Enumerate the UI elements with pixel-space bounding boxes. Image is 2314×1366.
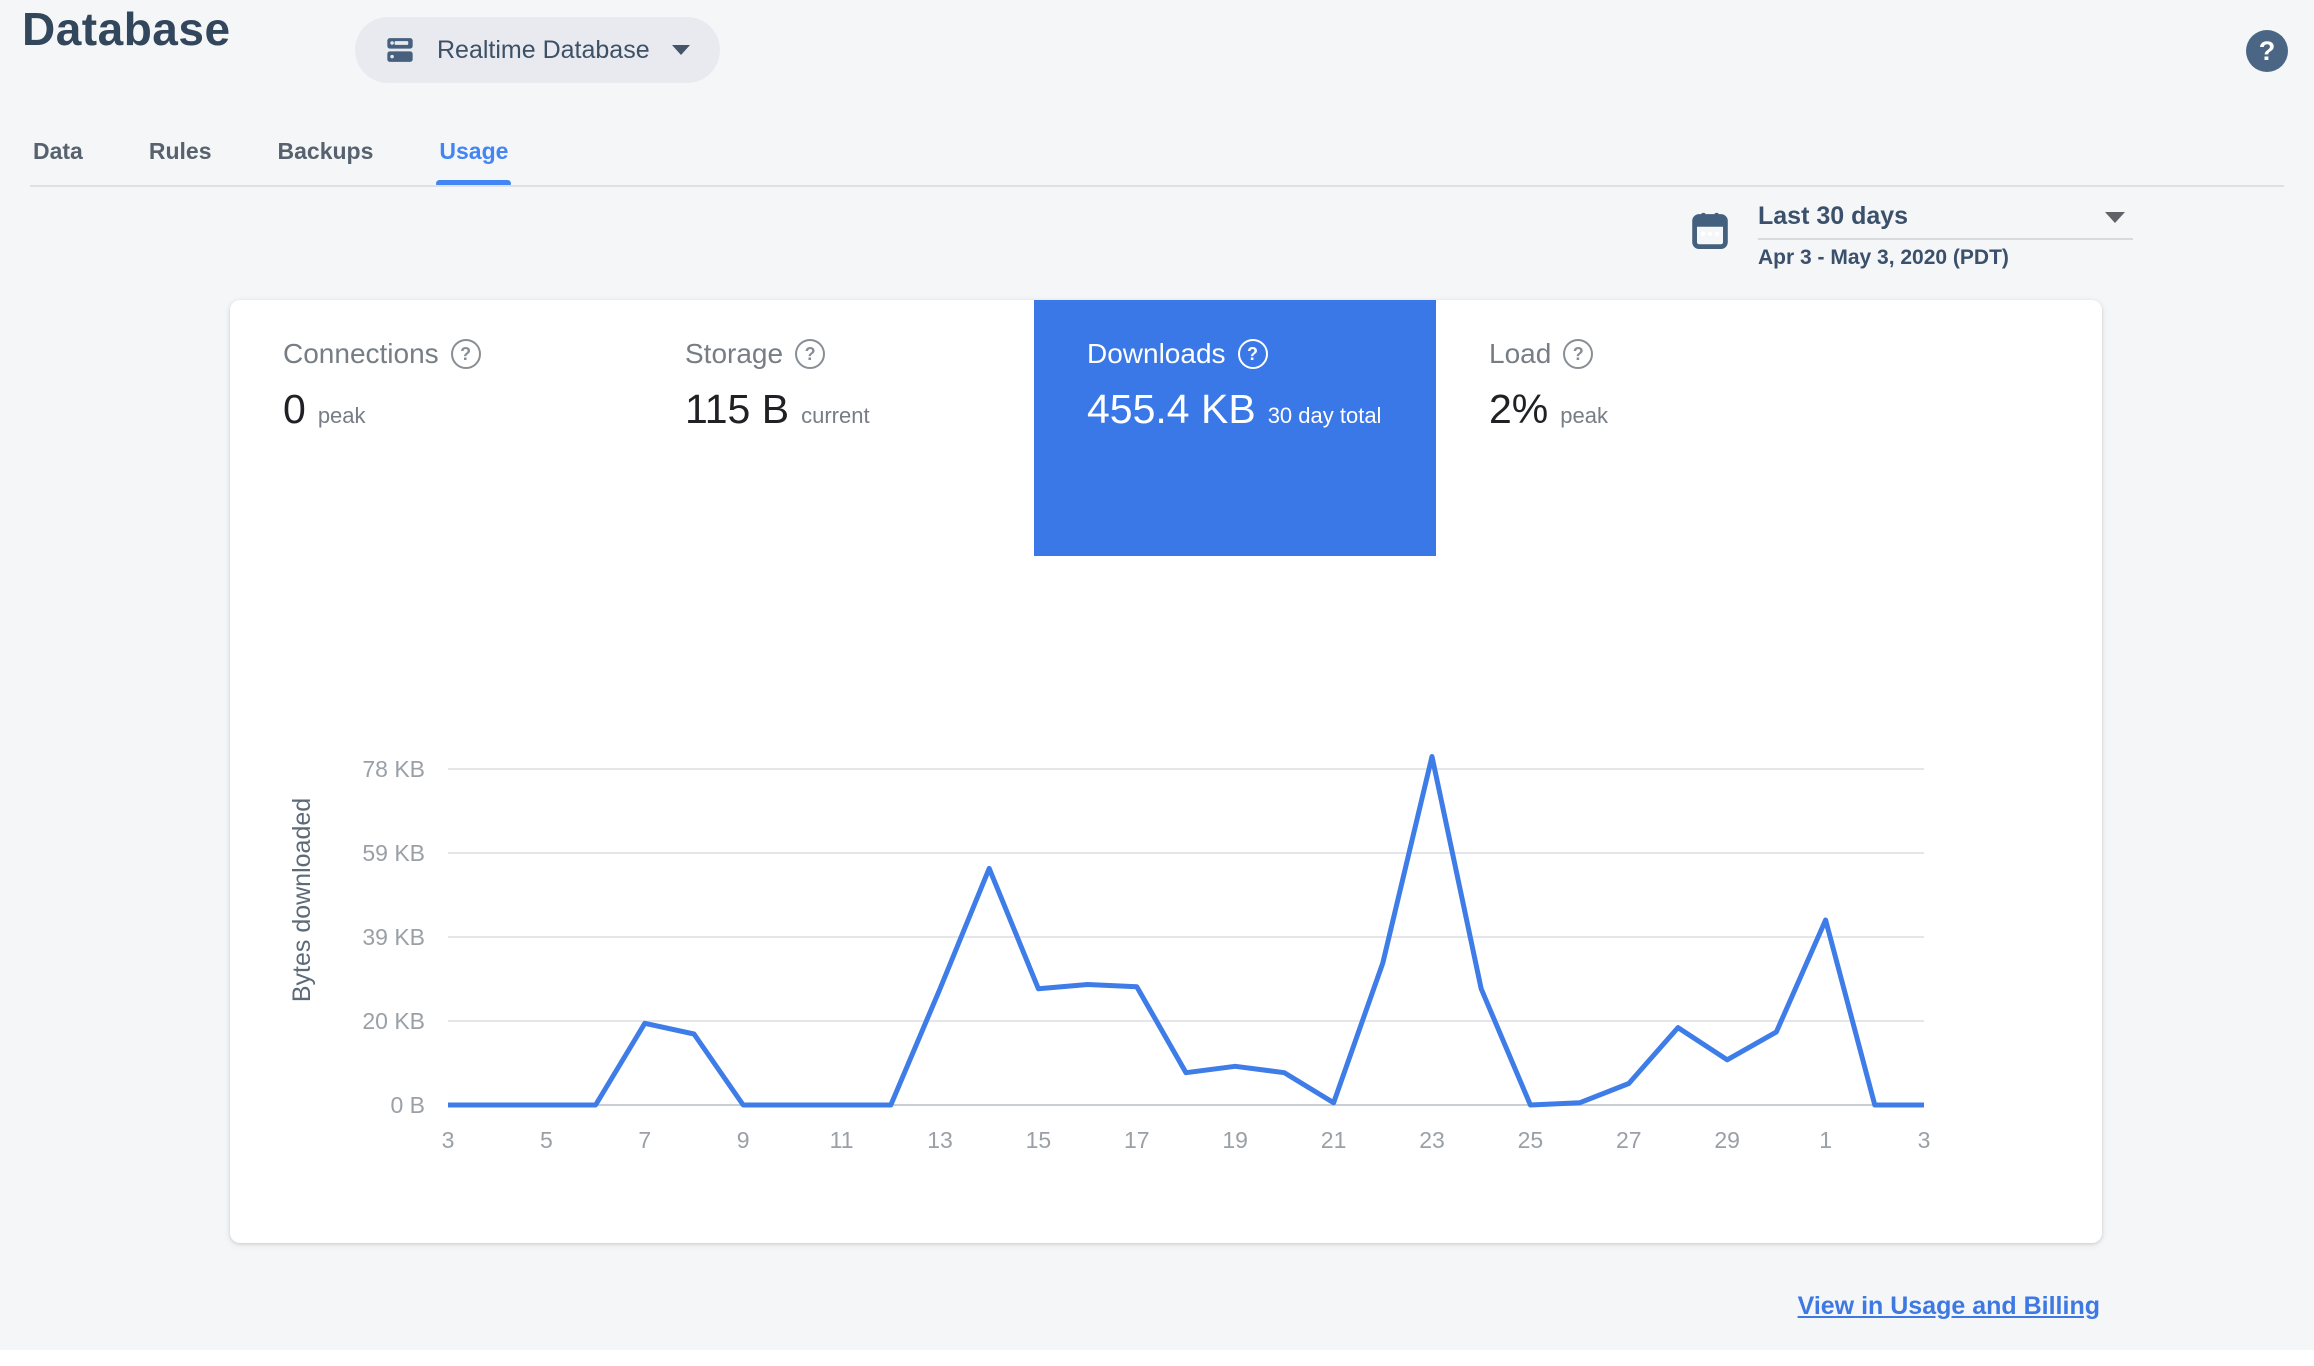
tab-divider (30, 185, 2284, 187)
y-axis-tick-label: 59 KB (362, 840, 425, 866)
metric-downloads[interactable]: Downloads ? 455.4 KB 30 day total (1034, 300, 1436, 556)
x-axis-tick-label: 23 (1419, 1127, 1445, 1153)
calendar-icon (1688, 208, 1732, 254)
view-usage-billing-link[interactable]: View in Usage and Billing (1798, 1292, 2100, 1321)
tab-data[interactable]: Data (33, 138, 83, 165)
metric-connections[interactable]: Connections ? 0 peak (230, 300, 632, 556)
metric-label: Downloads (1087, 338, 1226, 369)
tab-backups[interactable]: Backups (278, 138, 374, 165)
metric-unit: 30 day total (1267, 403, 1382, 428)
metric-value: 115 B (685, 386, 790, 432)
tab-bar: Data Rules Backups Usage (33, 138, 574, 187)
database-selector[interactable]: Realtime Database (355, 17, 720, 83)
x-axis-tick-label: 17 (1124, 1127, 1150, 1153)
metric-value: 0 (283, 386, 306, 432)
x-axis-tick-label: 3 (1918, 1127, 1931, 1153)
x-axis-tick-label: 7 (638, 1127, 651, 1153)
metric-unit: peak (1560, 403, 1608, 428)
page-title: Database (22, 3, 231, 55)
help-button[interactable]: ? (2246, 30, 2288, 72)
x-axis-tick-label: 15 (1026, 1127, 1052, 1153)
tab-usage[interactable]: Usage (436, 138, 512, 187)
bottom-strip (0, 1350, 2314, 1366)
metric-unit: peak (317, 403, 366, 428)
chevron-down-icon (671, 45, 690, 55)
help-icon: ? (2258, 35, 2276, 66)
help-circle-icon[interactable]: ? (450, 339, 481, 369)
x-axis-tick-label: 1 (1819, 1127, 1832, 1153)
help-circle-icon[interactable]: ? (1237, 339, 1268, 369)
metric-label: Load (1489, 338, 1552, 369)
metric-value: 2% (1489, 386, 1549, 432)
y-axis-tick-label: 0 B (390, 1092, 425, 1118)
metric-storage[interactable]: Storage ? 115 B current (632, 300, 1034, 556)
metric-unit: current (801, 403, 870, 428)
metric-value: 455.4 KB (1087, 386, 1256, 432)
x-axis-tick-label: 21 (1321, 1127, 1347, 1153)
help-circle-icon[interactable]: ? (1563, 339, 1594, 369)
database-selector-label: Realtime Database (437, 35, 650, 64)
date-range-label: Last 30 days (1758, 202, 1909, 230)
y-axis-tick-label: 39 KB (362, 924, 425, 950)
metric-load[interactable]: Load ? 2% peak (1436, 300, 1838, 556)
x-axis-tick-label: 29 (1714, 1127, 1740, 1153)
y-axis-tick-label: 78 KB (362, 756, 425, 782)
downloads-line (448, 754, 1924, 1108)
chevron-down-icon (2105, 212, 2125, 223)
y-axis-tick-label: 20 KB (362, 1008, 425, 1034)
tab-rules[interactable]: Rules (149, 138, 212, 165)
x-axis-tick-label: 25 (1518, 1127, 1544, 1153)
x-axis-tick-label: 19 (1222, 1127, 1248, 1153)
usage-card: Connections ? 0 peak Storage ? 115 B cur… (230, 300, 2102, 1243)
x-axis-tick-label: 27 (1616, 1127, 1642, 1153)
metric-selector-row: Connections ? 0 peak Storage ? 115 B cur… (230, 300, 1838, 556)
help-circle-icon[interactable]: ? (795, 339, 826, 369)
x-axis-tick-label: 5 (540, 1127, 553, 1153)
x-axis-tick-label: 13 (927, 1127, 953, 1153)
date-range-detail: Apr 3 - May 3, 2020 (PDT) (1758, 246, 2009, 269)
x-axis-tick-label: 11 (830, 1127, 854, 1153)
metric-label: Storage (685, 338, 784, 369)
metric-label: Connections (283, 338, 439, 369)
usage-chart: 0 B20 KB39 KB59 KB78 KB3 5 7 9 11 13 15 17 19 21 2… (288, 754, 1931, 1153)
x-axis-tick-label: 9 (737, 1127, 750, 1153)
y-axis-title: Bytes downloaded (288, 798, 316, 1002)
database-icon (381, 31, 419, 69)
date-picker-underline (1758, 238, 2133, 240)
x-axis-tick-label: 3 (442, 1127, 455, 1153)
